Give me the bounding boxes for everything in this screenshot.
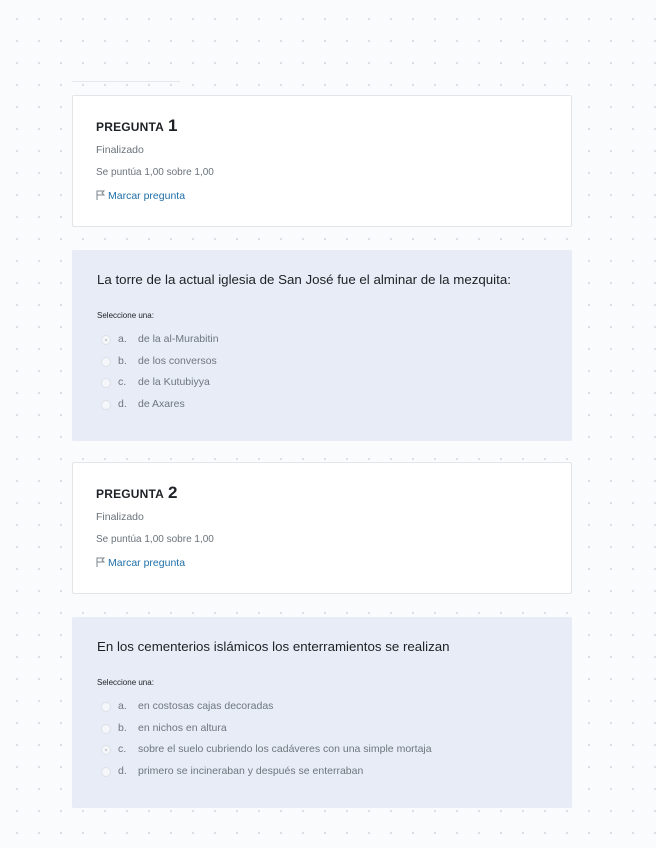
question-title: PREGUNTA 1 xyxy=(96,116,178,135)
question-text: En los cementerios islámicos los enterra… xyxy=(97,639,450,654)
flag-question-label: Marcar pregunta xyxy=(108,557,186,569)
answer-prompt: Seleccione una: xyxy=(97,678,154,687)
flag-question-link[interactable]: Marcar pregunta xyxy=(96,557,185,569)
answer-text: de la Kutubiyya xyxy=(138,376,210,389)
radio-icon[interactable] xyxy=(101,767,111,778)
flag-question-link[interactable]: Marcar pregunta xyxy=(96,190,185,202)
flag-question-label: Marcar pregunta xyxy=(108,190,186,202)
question-number: 2 xyxy=(168,483,178,502)
answer-letter: c. xyxy=(118,376,127,389)
answer-letter: c. xyxy=(118,743,127,756)
answer-letter: b. xyxy=(118,354,127,367)
question-title: PREGUNTA 2 xyxy=(96,483,178,502)
answer-letter: d. xyxy=(118,765,127,778)
question-state: Finalizado xyxy=(96,511,144,523)
question-grade: Se puntúa 1,00 sobre 1,00 xyxy=(96,167,214,178)
answer-text: en costosas cajas decoradas xyxy=(138,700,274,712)
radio-icon[interactable] xyxy=(101,723,111,734)
radio-icon[interactable] xyxy=(101,378,111,389)
radio-icon[interactable] xyxy=(101,702,111,712)
radio-icon[interactable] xyxy=(101,356,111,367)
flag-icon xyxy=(96,190,105,200)
answer-letter: a. xyxy=(118,333,127,345)
question-state: Finalizado xyxy=(96,144,144,156)
answer-text: sobre el suelo cubriendo los cadáveres c… xyxy=(138,743,432,756)
question-text: La torre de la actual iglesia de San Jos… xyxy=(97,272,511,287)
answer-text: de la al-Murabitin xyxy=(138,333,219,345)
question-content-2: En los cementerios islámicos los enterra… xyxy=(72,617,572,808)
answer-letter: a. xyxy=(118,700,127,712)
question-info-2: PREGUNTA 2 Finalizado Se puntúa 1,00 sobr… xyxy=(72,462,572,594)
answer-letter: d. xyxy=(118,398,127,411)
answer-text: de Axares xyxy=(138,398,185,411)
radio-icon[interactable] xyxy=(101,335,111,345)
question-number: 1 xyxy=(168,116,178,135)
question-content-1: La torre de la actual iglesia de San Jos… xyxy=(72,250,572,441)
radio-icon[interactable] xyxy=(101,400,111,411)
answer-letter: b. xyxy=(118,721,127,734)
flag-icon xyxy=(96,557,105,567)
question-info-1: PREGUNTA 1 Finalizado Se puntúa 1,00 sobr… xyxy=(72,95,572,227)
answer-text: primero se incineraban y después se ente… xyxy=(138,765,364,778)
question-grade: Se puntúa 1,00 sobre 1,00 xyxy=(96,534,214,545)
answer-text: en nichos en altura xyxy=(138,721,227,734)
answer-prompt: Seleccione una: xyxy=(97,311,154,320)
radio-icon[interactable] xyxy=(101,745,111,756)
answer-text: de los conversos xyxy=(138,354,217,367)
section-divider xyxy=(72,81,180,82)
